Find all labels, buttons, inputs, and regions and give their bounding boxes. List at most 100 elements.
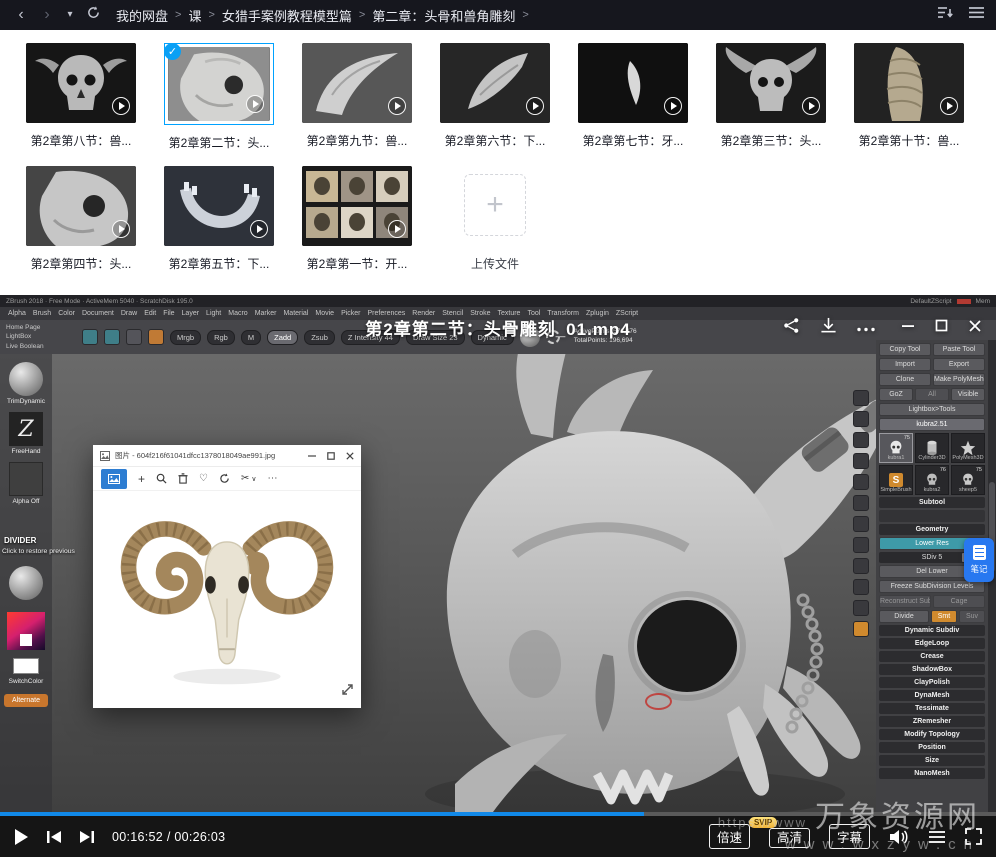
geometry-section-header: Modify Topology bbox=[879, 729, 985, 740]
fullscreen-icon[interactable] bbox=[965, 828, 982, 845]
play-icon[interactable] bbox=[388, 97, 406, 115]
file-card[interactable]: 第2章第八节：兽... bbox=[12, 43, 150, 151]
breadcrumb-separator: > bbox=[208, 9, 214, 21]
breadcrumb-separator: > bbox=[522, 9, 528, 21]
geometry-section-header: Crease bbox=[879, 651, 985, 662]
progress-bar[interactable] bbox=[0, 812, 996, 816]
playlist-icon[interactable] bbox=[928, 830, 946, 844]
switch-color-label: SwitchColor bbox=[0, 678, 52, 685]
play-icon[interactable] bbox=[802, 97, 820, 115]
close-icon[interactable] bbox=[968, 319, 982, 338]
play-icon[interactable] bbox=[246, 95, 264, 113]
photo-title: 图片 - 604f216f61041dfcc1378018049ae991.jp… bbox=[115, 450, 303, 461]
file-card[interactable]: 第2章第十节：兽... bbox=[840, 43, 978, 151]
download-icon[interactable] bbox=[820, 317, 837, 339]
alternate-button: Alternate bbox=[4, 694, 48, 707]
geometry-section-header: Position bbox=[879, 742, 985, 753]
video-thumbnail bbox=[168, 47, 270, 121]
file-card-selected[interactable]: ✓ 第2章第二节：头... bbox=[150, 43, 288, 151]
play-icon[interactable] bbox=[250, 220, 268, 238]
geometry-section-header: Size bbox=[879, 755, 985, 766]
tool-slot-polymesh: PolyMesh3D bbox=[951, 433, 985, 463]
breadcrumb-item[interactable]: 第二章：头骨和兽角雕刻 bbox=[372, 6, 515, 25]
file-name: 第2章第二节：头... bbox=[169, 134, 270, 151]
file-name: 第2章第九节：兽... bbox=[307, 132, 408, 149]
alpha-slot-icon bbox=[9, 462, 43, 496]
file-card[interactable]: 第2章第四节：头... bbox=[12, 166, 150, 272]
share-icon[interactable] bbox=[783, 317, 800, 339]
zbrush-corner-button: Live Boolean bbox=[6, 343, 76, 350]
file-card[interactable]: 第2章第九节：兽... bbox=[288, 43, 426, 151]
selected-check-icon[interactable]: ✓ bbox=[164, 43, 181, 60]
file-name: 第2章第五节：下... bbox=[169, 255, 270, 272]
lightbox-tools-button: Lightbox>Tools bbox=[879, 403, 985, 416]
subtitle-button[interactable]: 字幕 bbox=[829, 824, 870, 849]
paste-tool-button: Paste Tool bbox=[933, 343, 985, 356]
video-player[interactable]: ZBrush 2018 · Free Mode · ActiveMem 5040… bbox=[0, 295, 996, 857]
zbrush-nav-button bbox=[853, 579, 869, 595]
previous-button[interactable] bbox=[46, 830, 62, 844]
history-dropdown-icon[interactable]: ▾ bbox=[64, 0, 76, 30]
zbrush-nav-button bbox=[853, 474, 869, 490]
play-icon[interactable] bbox=[664, 97, 682, 115]
play-icon[interactable] bbox=[112, 97, 130, 115]
favorite-icon: ♡ bbox=[199, 473, 208, 484]
ram-skull-photo bbox=[107, 501, 347, 696]
reconstruct-subdiv-button: Reconstruct Subdiv bbox=[879, 595, 931, 608]
play-icon[interactable] bbox=[112, 220, 130, 238]
play-button[interactable] bbox=[14, 828, 29, 846]
play-icon[interactable] bbox=[526, 97, 544, 115]
breadcrumb-item[interactable]: 课 bbox=[188, 6, 201, 25]
geometry-sections: Dynamic SubdivEdgeLoopCreaseShadowBoxCla… bbox=[879, 625, 985, 779]
maximize-icon bbox=[327, 452, 335, 460]
zbrush-left-shelf: TrimDynamic Z FreeHand Alpha Off DIVIDER… bbox=[0, 354, 52, 812]
play-icon[interactable] bbox=[388, 220, 406, 238]
file-card[interactable]: 第2章第五节：下... bbox=[150, 166, 288, 272]
more-icon[interactable] bbox=[857, 319, 875, 337]
note-icon bbox=[973, 545, 986, 560]
file-card[interactable]: 第2章第七节：牙... bbox=[564, 43, 702, 151]
copy-tool-button: Copy Tool bbox=[879, 343, 931, 356]
forward-icon[interactable]: › bbox=[38, 0, 56, 30]
brush-name-label: TrimDynamic bbox=[0, 398, 52, 405]
back-icon[interactable]: ‹ bbox=[12, 0, 30, 30]
file-card[interactable]: 第2章第一节：开... bbox=[288, 166, 426, 272]
geometry-section-header: ShadowBox bbox=[879, 664, 985, 675]
breadcrumb-item[interactable]: 我的网盘 bbox=[116, 6, 168, 25]
file-card[interactable]: 第2章第三节：头... bbox=[702, 43, 840, 151]
zbrush-titlebar: ZBrush 2018 · Free Mode · ActiveMem 5040… bbox=[0, 295, 996, 307]
upload-file-label: 上传文件 bbox=[471, 255, 519, 272]
notes-button[interactable]: 笔记 bbox=[964, 538, 994, 582]
breadcrumb-item[interactable]: 女猎手案例教程模型篇 bbox=[222, 6, 352, 25]
maximize-icon[interactable] bbox=[935, 319, 948, 337]
svip-badge: SVIP bbox=[749, 817, 777, 828]
geometry-section-header: Tessimate bbox=[879, 703, 985, 714]
view-toggle-icon[interactable] bbox=[969, 6, 984, 24]
stroke-type-icon: Z bbox=[9, 412, 43, 446]
sort-icon[interactable] bbox=[937, 6, 953, 24]
zbrush-nav-button bbox=[853, 453, 869, 469]
play-icon[interactable] bbox=[940, 97, 958, 115]
file-row-1: 第2章第八节：兽... ✓ 第2章第二节：头... 第2章第九节：兽... bbox=[0, 43, 996, 151]
volume-icon[interactable] bbox=[889, 829, 909, 845]
sculpted-skull-model bbox=[335, 354, 915, 812]
upload-file-button[interactable]: + bbox=[464, 174, 526, 236]
time-display: 00:16:52 / 00:26:03 bbox=[112, 830, 225, 844]
zbrush-nav-button bbox=[853, 621, 869, 637]
refresh-icon[interactable] bbox=[84, 0, 102, 30]
breadcrumb-separator: > bbox=[359, 9, 365, 21]
make-polymesh-button: Make PolyMesh3D bbox=[933, 373, 985, 386]
quality-button[interactable]: 高清 bbox=[769, 828, 810, 848]
file-name: 第2章第四节：头... bbox=[31, 255, 132, 272]
alpha-label: Alpha Off bbox=[0, 498, 52, 505]
red-annotation-circle bbox=[645, 693, 672, 710]
zbrush-nav-button bbox=[853, 558, 869, 574]
minimize-icon[interactable] bbox=[901, 319, 915, 338]
speed-button[interactable]: 倍速 bbox=[709, 824, 750, 849]
smt-button: Smt bbox=[931, 610, 957, 623]
material-preview-icon bbox=[9, 566, 43, 600]
file-card[interactable]: 第2章第六节：下... bbox=[426, 43, 564, 151]
color-picker-icon bbox=[7, 612, 45, 650]
next-button[interactable] bbox=[79, 830, 95, 844]
file-name: 第2章第六节：下... bbox=[445, 132, 546, 149]
